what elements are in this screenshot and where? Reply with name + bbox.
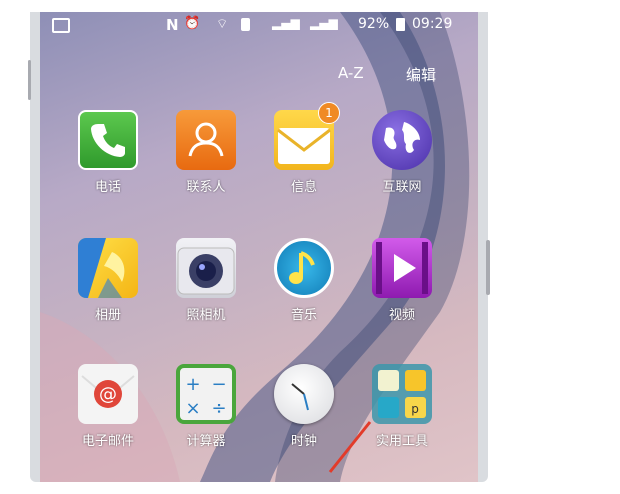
signal-icon: ▂▄▆ bbox=[310, 16, 338, 30]
app-phone[interactable]: 电话 bbox=[63, 110, 153, 195]
wifi-icon: ⌔ bbox=[216, 17, 229, 32]
app-label: 视频 bbox=[388, 308, 415, 323]
calculator-icon: + − × ÷ bbox=[176, 364, 236, 424]
app-email[interactable]: @ 电子邮件 bbox=[63, 364, 153, 449]
message-notification-icon bbox=[52, 18, 70, 33]
app-camera[interactable]: 照相机 bbox=[161, 238, 251, 323]
battery-icon bbox=[396, 18, 405, 31]
app-label: 电子邮件 bbox=[81, 434, 134, 449]
app-label: 计算器 bbox=[186, 434, 226, 449]
app-music[interactable]: 音乐 bbox=[259, 238, 349, 323]
app-label: 互联网 bbox=[382, 180, 422, 195]
app-gallery[interactable]: 相册 bbox=[63, 238, 153, 323]
app-label: 信息 bbox=[290, 180, 317, 195]
music-icon bbox=[274, 238, 334, 298]
phone-screen: N ⏰ ⌔ ▂▄▆ ▂▄▆ 92% 09:29 A-Z 编辑 电话 联系人 1 … bbox=[40, 12, 478, 482]
svg-text:÷: ÷ bbox=[211, 398, 226, 419]
tools-folder-icon: p bbox=[372, 364, 432, 424]
phone-icon bbox=[78, 110, 138, 170]
messages-icon: 1 bbox=[274, 102, 340, 170]
svg-text:@: @ bbox=[99, 384, 117, 405]
app-label: 照相机 bbox=[186, 308, 226, 323]
svg-text:×: × bbox=[185, 398, 200, 419]
app-internet[interactable]: 互联网 bbox=[357, 110, 447, 195]
app-calculator[interactable]: + − × ÷ 计算器 bbox=[161, 364, 251, 449]
app-clock[interactable]: 时钟 bbox=[259, 364, 349, 449]
svg-text:+: + bbox=[185, 374, 200, 395]
app-tools-folder[interactable]: p 实用工具 bbox=[357, 364, 447, 449]
app-label: 时钟 bbox=[290, 434, 317, 449]
email-icon: @ bbox=[78, 364, 138, 424]
camera-icon bbox=[176, 238, 236, 298]
svg-text:−: − bbox=[211, 374, 226, 395]
edit-button[interactable]: 编辑 bbox=[406, 64, 436, 85]
nfc-icon: N bbox=[166, 16, 179, 34]
app-label: 相册 bbox=[94, 308, 121, 323]
power-button bbox=[486, 240, 490, 295]
app-label: 联系人 bbox=[186, 180, 226, 195]
app-label: 电话 bbox=[94, 180, 121, 195]
volume-button bbox=[28, 60, 31, 100]
sort-az-button[interactable]: A-Z bbox=[338, 64, 364, 82]
app-messages[interactable]: 1 信息 bbox=[259, 102, 349, 195]
app-label: 实用工具 bbox=[375, 434, 428, 449]
app-label: 音乐 bbox=[290, 308, 317, 323]
vibrate-icon bbox=[241, 18, 250, 31]
status-bar: N ⏰ ⌔ ▂▄▆ ▂▄▆ 92% 09:29 bbox=[40, 12, 478, 38]
unread-badge: 1 bbox=[318, 102, 340, 124]
clock-icon bbox=[274, 364, 334, 424]
status-clock: 09:29 bbox=[412, 16, 453, 32]
internet-icon bbox=[372, 110, 432, 170]
svg-text:p: p bbox=[411, 402, 419, 416]
video-icon bbox=[372, 238, 432, 298]
gallery-icon bbox=[78, 238, 138, 298]
contacts-icon bbox=[176, 110, 236, 170]
battery-percent: 92% bbox=[358, 16, 390, 32]
app-contacts[interactable]: 联系人 bbox=[161, 110, 251, 195]
alarm-icon: ⏰ bbox=[184, 16, 201, 31]
signal-icon: ▂▄▆ bbox=[272, 16, 300, 30]
app-video[interactable]: 视频 bbox=[357, 238, 447, 323]
